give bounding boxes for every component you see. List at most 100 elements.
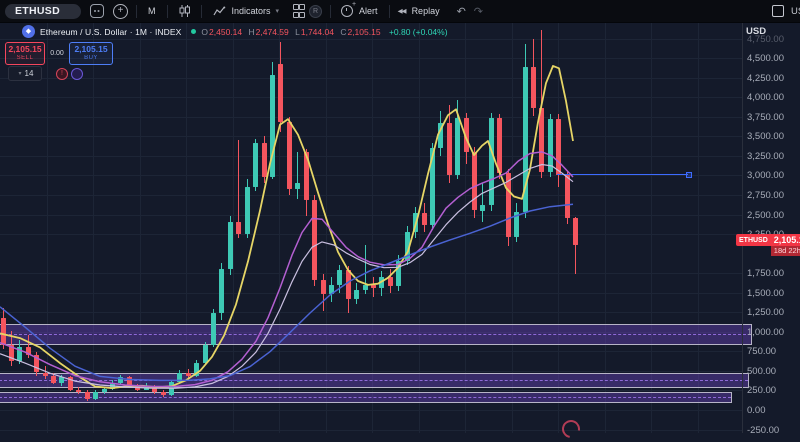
candle-body[interactable]	[152, 386, 157, 392]
candle-body[interactable]	[295, 183, 300, 189]
candle-body[interactable]	[489, 118, 494, 205]
candle-body[interactable]	[531, 67, 536, 108]
candle-body[interactable]	[270, 75, 275, 177]
candle-body[interactable]	[438, 123, 443, 148]
symbol-badge-icon[interactable]	[90, 4, 104, 18]
candle-body[interactable]	[203, 345, 208, 363]
candle-body[interactable]	[422, 213, 427, 226]
candle-body[interactable]	[480, 205, 485, 211]
support-zone-band[interactable]	[0, 392, 732, 403]
price-axis-label[interactable]: 1,000.00	[747, 327, 784, 338]
candle-body[interactable]	[346, 270, 351, 299]
candle-body[interactable]	[169, 382, 174, 395]
candle-body[interactable]	[523, 67, 528, 213]
candle-body[interactable]	[514, 212, 519, 237]
candle-body[interactable]	[430, 148, 435, 225]
price-axis-label[interactable]: 500.00	[747, 366, 776, 377]
price-axis-label[interactable]: 250.00	[747, 385, 776, 396]
candle-body[interactable]	[9, 345, 14, 361]
candle-body[interactable]	[506, 173, 511, 237]
candle-body[interactable]	[85, 392, 90, 399]
indicator-templates-icon[interactable]	[293, 4, 303, 18]
alert-button[interactable]: Alert	[359, 6, 378, 16]
candle-body[interactable]	[262, 143, 267, 177]
candle-body[interactable]	[447, 123, 452, 175]
candle-body[interactable]	[455, 118, 460, 176]
candle-body[interactable]	[211, 313, 216, 345]
price-axis-label[interactable]: 2,750.00	[747, 190, 784, 201]
price-axis-label[interactable]: 3,750.00	[747, 112, 784, 123]
candle-body[interactable]	[556, 119, 561, 175]
candle-body[interactable]	[464, 118, 469, 152]
warning-indicator-icon[interactable]: !	[56, 68, 68, 80]
redo-icon[interactable]: ↷	[474, 5, 483, 18]
symbol-title[interactable]: Ethereum / U.S. Dollar · 1M · INDEX	[40, 27, 181, 37]
candle-body[interactable]	[371, 285, 376, 288]
candle-body[interactable]	[497, 118, 502, 173]
alert-clock-icon[interactable]	[341, 5, 353, 17]
price-axis-label[interactable]: 3,000.00	[747, 170, 784, 181]
candle-body[interactable]	[573, 218, 578, 245]
candle-body[interactable]	[26, 347, 31, 355]
candle-body[interactable]	[1, 318, 6, 345]
symbol-search-button[interactable]: ETHUSD	[5, 4, 81, 19]
candle-body[interactable]	[177, 373, 182, 382]
candle-body[interactable]	[539, 108, 544, 172]
replay-icon[interactable]: ◀◀	[398, 7, 406, 15]
price-axis-label[interactable]: 4,250.00	[747, 73, 784, 84]
currency-toggle[interactable]: USD	[791, 6, 800, 17]
chevron-down-icon[interactable]: ▾	[276, 7, 280, 15]
candle-body[interactable]	[219, 269, 224, 313]
candle-body[interactable]	[329, 285, 334, 294]
price-axis-label[interactable]: 4,000.00	[747, 92, 784, 103]
candle-body[interactable]	[278, 64, 283, 123]
candle-body[interactable]	[287, 122, 292, 189]
price-axis-label[interactable]: 3,250.00	[747, 151, 784, 162]
candle-body[interactable]	[337, 270, 342, 285]
price-axis-label[interactable]: 2,500.00	[747, 210, 784, 221]
candle-body[interactable]	[51, 376, 56, 382]
indicators-button[interactable]: Indicators	[232, 6, 271, 16]
replay-button[interactable]: Replay	[412, 6, 440, 16]
candle-body[interactable]	[93, 392, 98, 399]
candle-body[interactable]	[363, 285, 368, 290]
candle-body[interactable]	[396, 261, 401, 286]
candle-body[interactable]	[68, 377, 73, 390]
price-axis-label[interactable]: 1,250.00	[747, 307, 784, 318]
timeframe-button[interactable]: M	[145, 6, 159, 16]
candle-body[interactable]	[102, 389, 107, 392]
candle-body[interactable]	[236, 222, 241, 234]
sell-button[interactable]: 2,105.15 SELL	[5, 42, 45, 65]
price-axis-label[interactable]: 1,750.00	[747, 268, 784, 279]
candle-body[interactable]	[161, 392, 166, 395]
price-axis-currency[interactable]: USD	[746, 26, 766, 37]
price-axis-label[interactable]: -250.00	[747, 425, 779, 436]
price-axis-label[interactable]: 750.00	[747, 346, 776, 357]
price-axis-label[interactable]: 4,500.00	[747, 53, 784, 64]
undo-icon[interactable]: ↶	[457, 5, 466, 18]
compare-add-icon[interactable]: +	[113, 4, 128, 19]
candle-body[interactable]	[34, 355, 39, 372]
price-axis-label[interactable]: 3,500.00	[747, 131, 784, 142]
candle-body[interactable]	[548, 119, 553, 172]
layout-badge-icon[interactable]: R	[309, 5, 322, 18]
indicators-icon[interactable]	[213, 6, 226, 17]
candle-body[interactable]	[144, 386, 149, 390]
candle-body[interactable]	[245, 187, 250, 234]
candle-body[interactable]	[43, 373, 48, 377]
candle-body[interactable]	[228, 222, 233, 269]
price-axis-label[interactable]: 0.00	[747, 405, 766, 416]
layout-square-icon[interactable]	[772, 5, 784, 17]
candle-body[interactable]	[565, 175, 570, 218]
candle-body[interactable]	[405, 232, 410, 262]
candle-body[interactable]	[17, 347, 22, 361]
candle-body[interactable]	[388, 277, 393, 286]
candle-body[interactable]	[379, 277, 384, 288]
candle-body[interactable]	[354, 290, 359, 299]
candle-body[interactable]	[304, 152, 309, 200]
chart-style-candles-icon[interactable]	[179, 5, 190, 17]
purple-indicator-icon[interactable]	[71, 68, 83, 80]
candle-body[interactable]	[118, 377, 123, 383]
chart-pane[interactable]: USD ETHUSD 2,105.15 18d 22h 4,750.004,50…	[0, 0, 800, 433]
candle-body[interactable]	[110, 383, 115, 389]
